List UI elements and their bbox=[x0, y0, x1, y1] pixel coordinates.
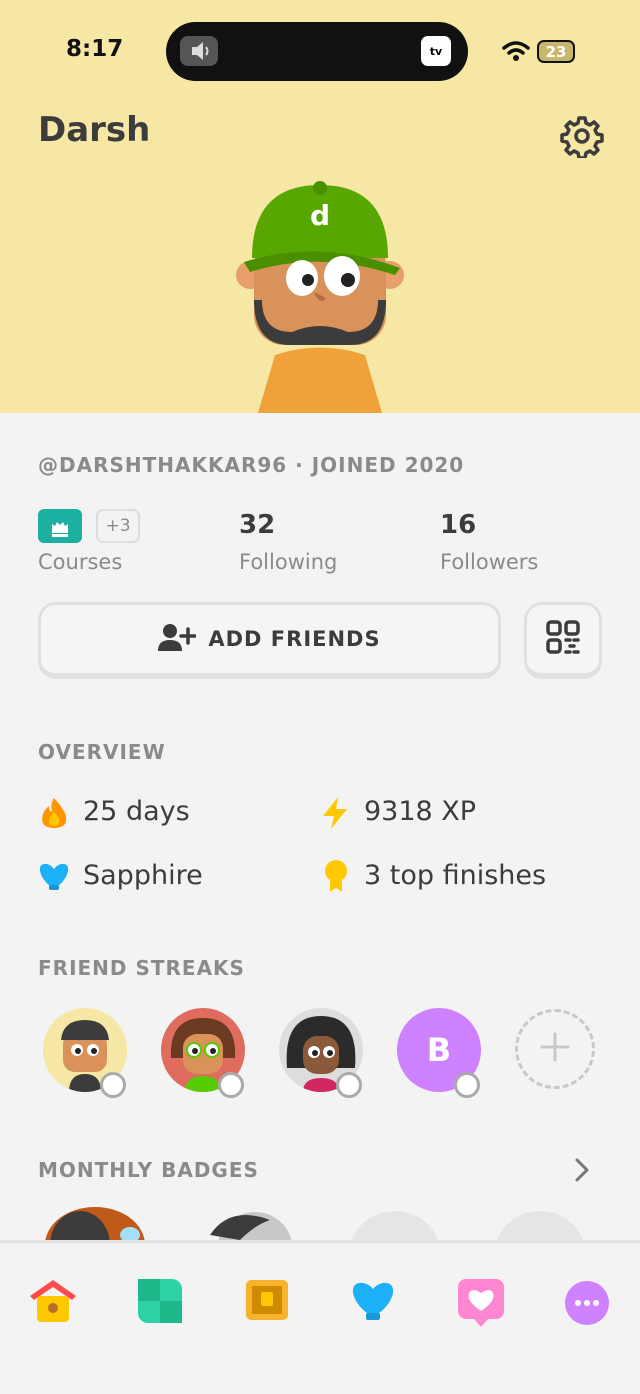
streak-flame-badge-4 bbox=[454, 1072, 480, 1098]
tv-label: tv bbox=[429, 44, 443, 58]
badge-2[interactable] bbox=[200, 1205, 295, 1241]
add-friend-streak-button[interactable] bbox=[515, 1009, 595, 1089]
badge-1[interactable] bbox=[40, 1205, 150, 1241]
league-name: Sapphire bbox=[83, 860, 203, 891]
cap-logo-letter: d bbox=[310, 199, 330, 232]
following-count[interactable]: 32 bbox=[239, 510, 275, 540]
home-icon[interactable] bbox=[26, 1276, 80, 1330]
plus-icon bbox=[540, 1032, 570, 1066]
streak-flame-badge-3 bbox=[336, 1072, 362, 1098]
streak-flame-badge-2 bbox=[218, 1072, 244, 1098]
sapphire-league-icon bbox=[38, 861, 70, 895]
battery-indicator: 23 bbox=[537, 40, 575, 63]
qr-code-icon bbox=[546, 620, 580, 658]
medal-icon bbox=[322, 859, 350, 897]
total-xp: 9318 XP bbox=[364, 796, 477, 827]
apple-tv-icon: tv bbox=[421, 36, 451, 66]
speaker-icon bbox=[180, 36, 218, 66]
streak-flame-badge-1 bbox=[100, 1072, 126, 1098]
fire-icon bbox=[40, 797, 68, 833]
followers-label[interactable]: Followers bbox=[440, 550, 538, 574]
leagues-icon[interactable] bbox=[350, 1279, 396, 1327]
following-label[interactable]: Following bbox=[239, 550, 337, 574]
overview-heading: OVERVIEW bbox=[38, 740, 166, 764]
friend-streaks-heading: FRIEND STREAKS bbox=[38, 956, 245, 980]
followers-count[interactable]: 16 bbox=[440, 510, 476, 540]
courses-extra-count: +3 bbox=[105, 516, 131, 536]
top-finishes: 3 top finishes bbox=[364, 860, 547, 891]
gear-icon[interactable] bbox=[560, 114, 604, 162]
courses-extra-badge[interactable]: +3 bbox=[96, 509, 140, 543]
profile-avatar[interactable]: d bbox=[230, 180, 410, 413]
more-icon[interactable] bbox=[565, 1281, 609, 1329]
quests-icon[interactable] bbox=[246, 1280, 288, 1324]
add-friends-button[interactable]: ADD FRIENDS bbox=[38, 602, 501, 679]
practice-icon[interactable] bbox=[138, 1279, 182, 1327]
wifi-icon bbox=[502, 40, 530, 66]
badge-3-locked[interactable] bbox=[348, 1210, 443, 1241]
chevron-right-icon[interactable] bbox=[572, 1156, 592, 1188]
battery-level: 23 bbox=[545, 42, 567, 61]
bottom-tab-bar bbox=[0, 1240, 640, 1394]
monthly-badges-heading: MONTHLY BADGES bbox=[38, 1158, 259, 1182]
profile-name: Darsh bbox=[38, 110, 151, 150]
status-time: 8:17 bbox=[66, 36, 124, 62]
profile-header: 8:17 tv 23 Darsh d bbox=[0, 0, 640, 413]
streak-days: 25 days bbox=[83, 796, 190, 827]
handle-join-line: @DARSHTHAKKAR96 · JOINED 2020 bbox=[38, 453, 465, 477]
add-friends-label: ADD FRIENDS bbox=[208, 627, 381, 651]
add-person-icon bbox=[158, 622, 198, 656]
friends-heart-icon[interactable] bbox=[458, 1279, 504, 1331]
friend-initial: B bbox=[426, 1031, 452, 1069]
lightning-icon bbox=[321, 796, 349, 834]
course-flag-icon[interactable] bbox=[38, 509, 82, 547]
badge-4-locked[interactable] bbox=[493, 1210, 588, 1241]
qr-code-button[interactable] bbox=[524, 602, 602, 679]
courses-label: Courses bbox=[38, 550, 123, 574]
